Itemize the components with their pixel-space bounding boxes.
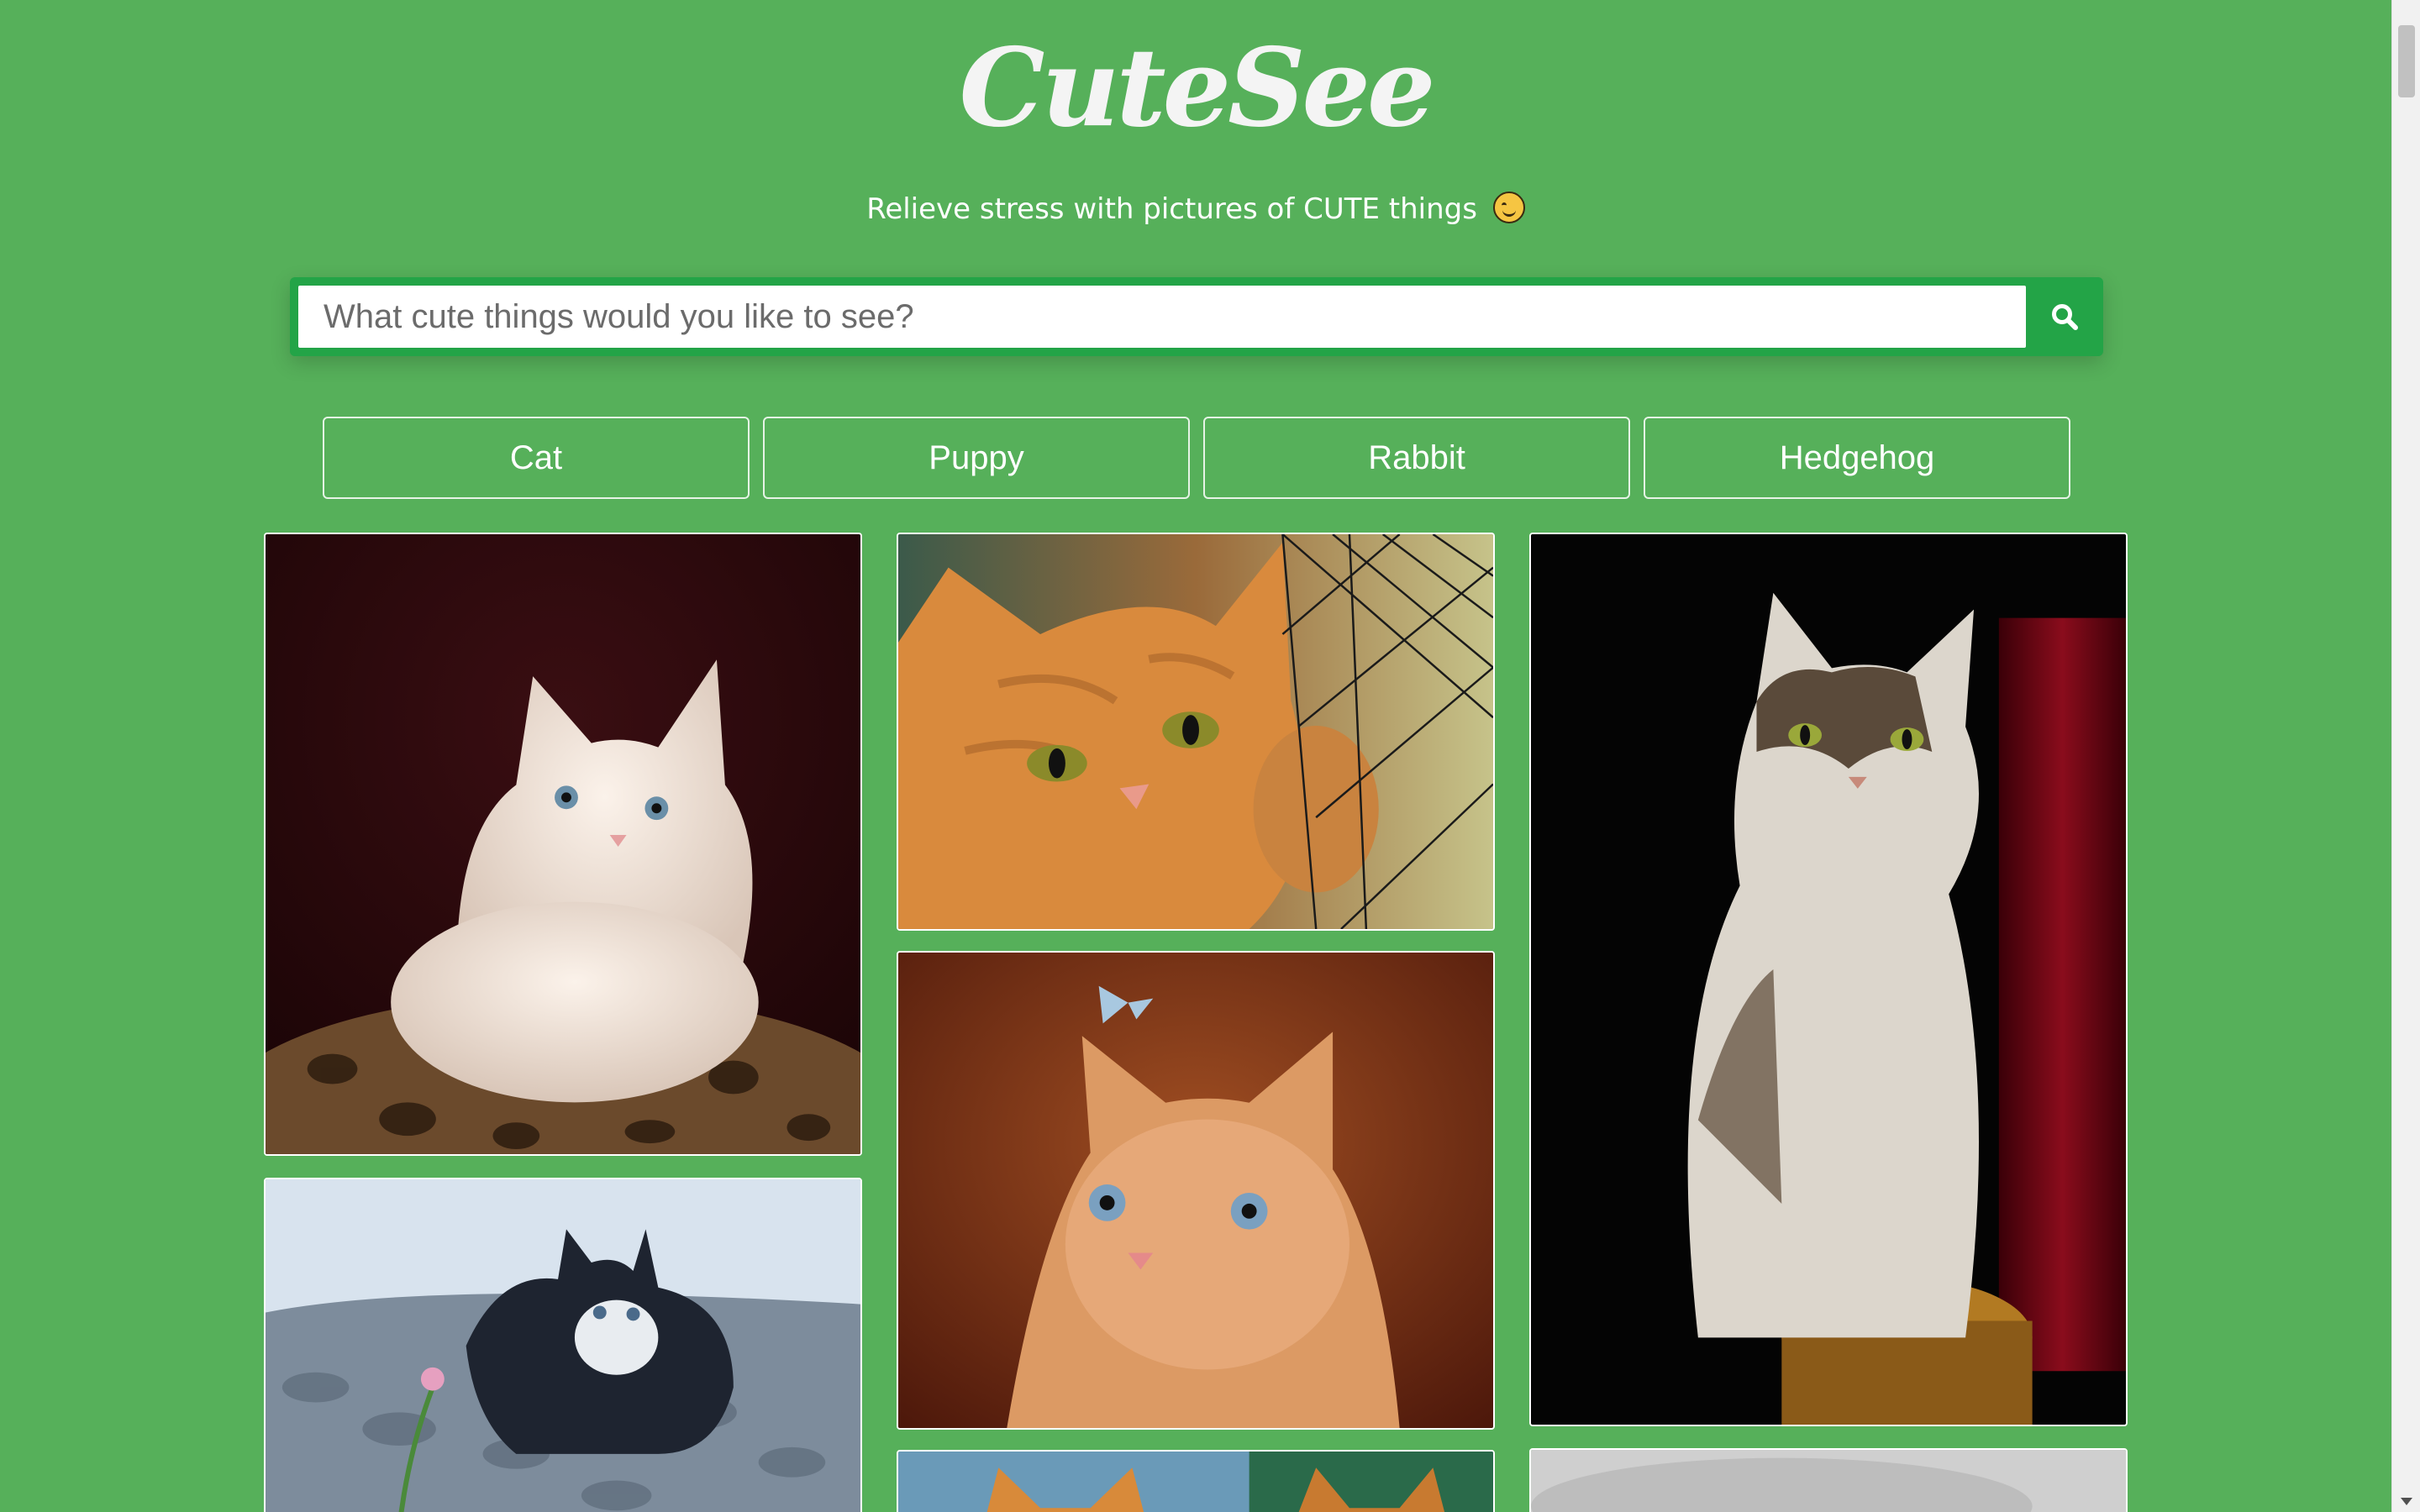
kitten-image: [266, 534, 860, 1154]
gallery-photo-ginger-cat[interactable]: [897, 533, 1495, 931]
tagline: Relieve stress with pictures of CUTE thi…: [0, 192, 2391, 226]
app-logo[interactable]: CuteSee: [0, 25, 2391, 151]
tabby-cat-image: [1531, 534, 2126, 1425]
partial-image: [898, 1452, 1493, 1512]
ginger-cat-image: [898, 534, 1493, 929]
search-bar: [290, 277, 2103, 356]
category-buttons: Cat Puppy Rabbit Hedgehog: [323, 417, 2070, 499]
tagline-text: Relieve stress with pictures of CUTE thi…: [866, 192, 1477, 226]
category-button-cat[interactable]: Cat: [323, 417, 750, 499]
scroll-down-arrow-icon[interactable]: [2401, 1498, 2412, 1505]
gallery-photo-tabby-cat[interactable]: [1529, 533, 2128, 1426]
grey-partial-image: [1531, 1450, 2126, 1512]
category-button-puppy[interactable]: Puppy: [763, 417, 1190, 499]
scrollbar-thumb[interactable]: [2398, 25, 2415, 97]
search-button[interactable]: [2026, 277, 2103, 356]
gallery-photo-bw-kitten[interactable]: [264, 1178, 862, 1512]
category-button-hedgehog[interactable]: Hedgehog: [1644, 417, 2070, 499]
gallery-photo-ginger-cats-partial[interactable]: [897, 1450, 1495, 1512]
bw-kitten-image: [266, 1179, 860, 1512]
gallery-photo-ginger-kitten[interactable]: [897, 951, 1495, 1430]
search-input[interactable]: [298, 286, 2026, 348]
smiling-face-icon: [1492, 192, 1525, 223]
vertical-scrollbar[interactable]: [2391, 0, 2420, 1512]
gallery-photo-white-kitten[interactable]: [264, 533, 862, 1156]
ginger-kitten-image: [898, 953, 1493, 1428]
gallery-photo-grey-partial[interactable]: [1529, 1448, 2128, 1512]
page: CuteSee Relieve stress with pictures of …: [0, 0, 2391, 1512]
search-icon: [2052, 304, 2078, 330]
category-button-rabbit[interactable]: Rabbit: [1203, 417, 1630, 499]
